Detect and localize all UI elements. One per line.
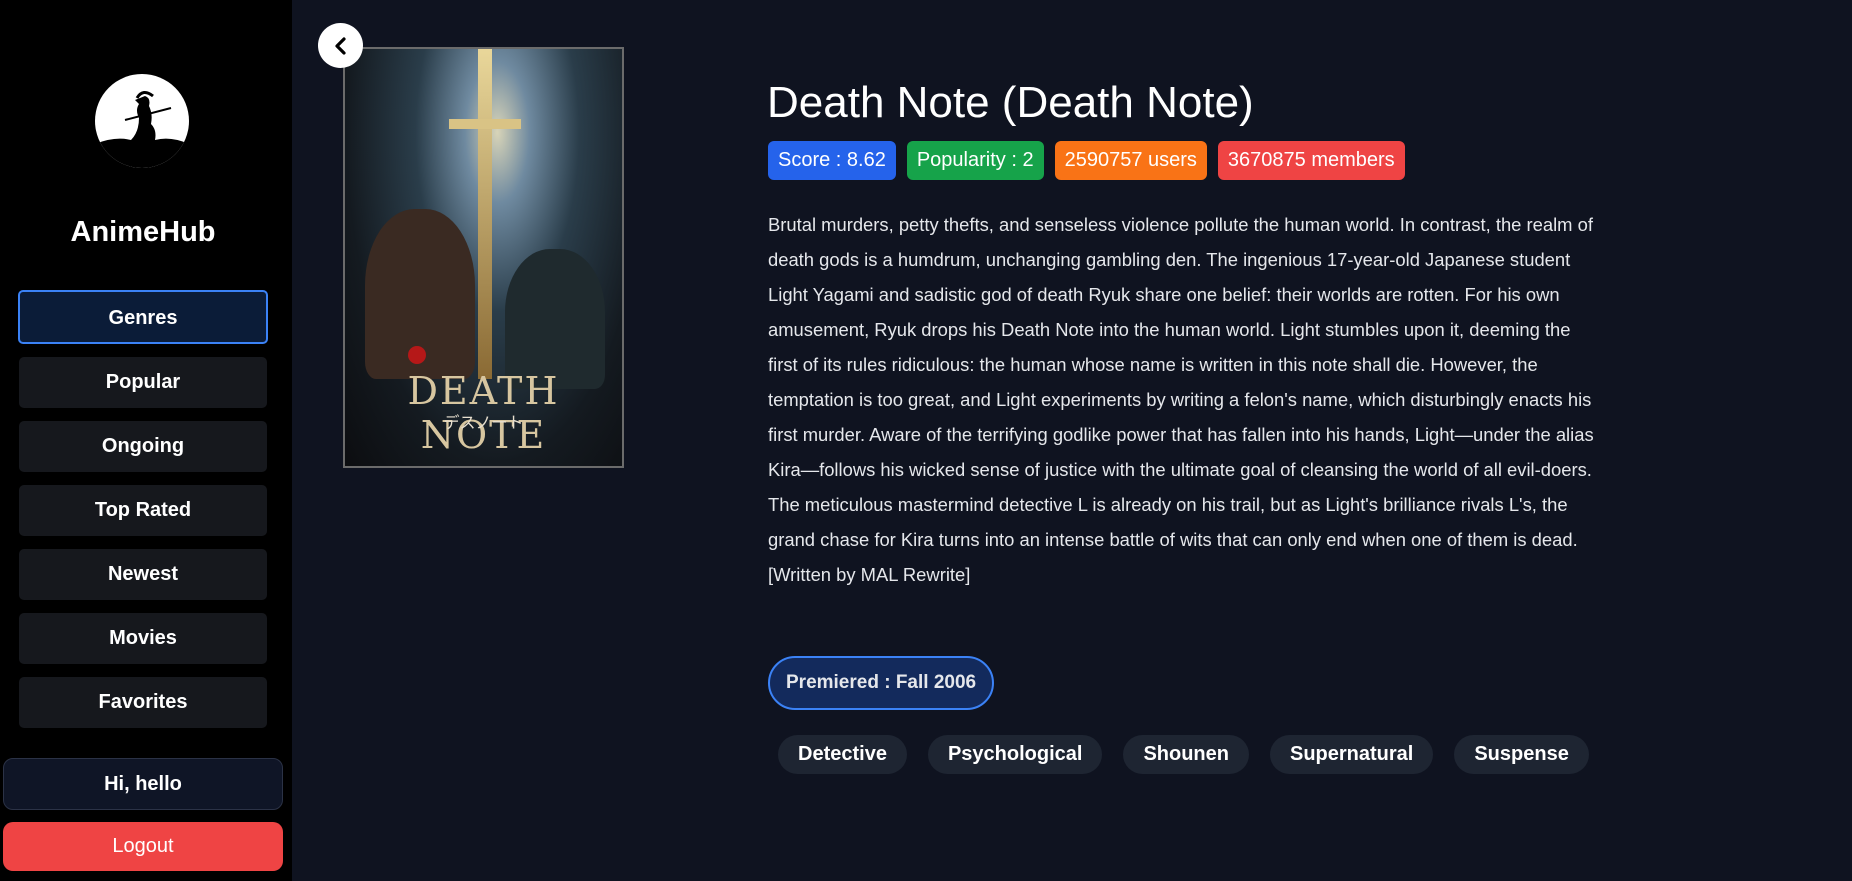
premiered-badge: Premiered : Fall 2006 [768,656,995,710]
genre-tag-shounen[interactable]: Shounen [1123,735,1249,774]
genre-tag-suspense[interactable]: Suspense [1454,735,1589,774]
genre-tag-psychological[interactable]: Psychological [927,735,1103,774]
anime-poster: DEATH NOTE デスノート [343,47,624,468]
chevron-left-icon [334,36,346,55]
sidebar: AnimeHub Genres Popular Ongoing Top Rate… [0,0,292,881]
poster-subtitle-text: デスノート [443,415,524,432]
score-badge: Score : 8.62 [768,141,896,180]
sidebar-item-top-rated[interactable]: Top Rated [19,485,267,536]
app-logo[interactable] [95,74,189,168]
genre-tag-detective[interactable]: Detective [778,735,907,774]
sidebar-item-popular[interactable]: Popular [19,357,267,408]
sidebar-item-movies[interactable]: Movies [19,613,267,664]
app-name: AnimeHub [70,216,216,248]
anime-title: Death Note (Death Note) [767,78,1254,127]
genre-tag-supernatural[interactable]: Supernatural [1269,735,1434,774]
logout-button[interactable]: Logout [3,822,283,871]
back-button[interactable] [318,23,363,68]
poster-cross [478,49,492,379]
sidebar-item-favorites[interactable]: Favorites [19,677,267,728]
anime-synopsis: Brutal murders, petty thefts, and sensel… [768,214,1594,585]
sidebar-item-genres[interactable]: Genres [18,290,268,344]
sidebar-nav: Genres Popular Ongoing Top Rated Newest … [18,290,268,741]
users-badge: 2590757 users [1054,141,1207,180]
sidebar-item-newest[interactable]: Newest [19,549,267,600]
sidebar-item-ongoing[interactable]: Ongoing [19,421,267,472]
poster-apple [408,346,426,364]
poster-figure-l [505,249,605,389]
poster-crossbar [449,119,521,129]
members-badge: 3670875 members [1217,141,1405,180]
stats-badges: Score : 8.62 Popularity : 2 2590757 user… [768,141,1405,180]
samurai-silhouette-icon [95,91,189,168]
popularity-badge: Popularity : 2 [906,141,1044,180]
genre-list: Detective Psychological Shounen Supernat… [778,735,1589,774]
user-greeting[interactable]: Hi, hello [3,758,283,810]
